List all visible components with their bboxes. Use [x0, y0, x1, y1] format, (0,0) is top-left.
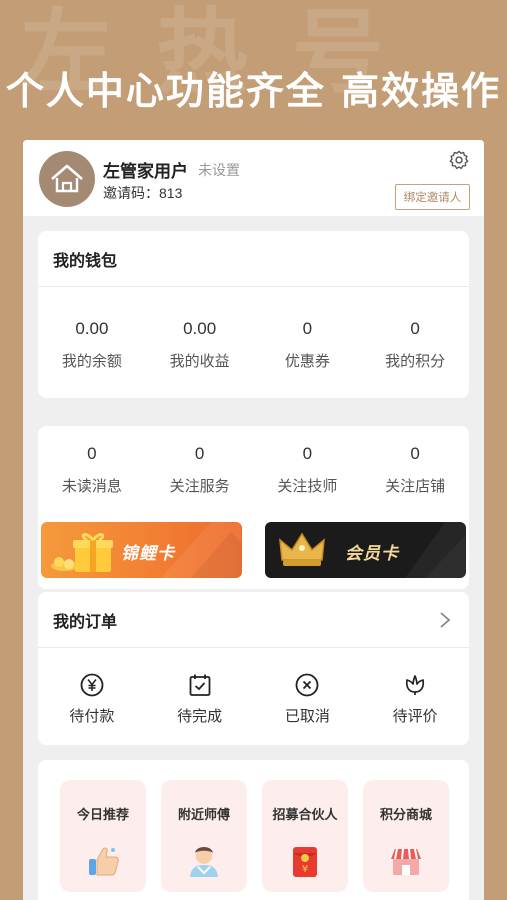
- stat-value: 0: [194, 444, 205, 463]
- thumbs-up-icon: [89, 847, 119, 876]
- svg-text:¥: ¥: [302, 864, 308, 875]
- stat-value: 0: [302, 319, 313, 338]
- service-label: 招募合伙人: [272, 807, 338, 822]
- wallet-balance[interactable]: 0.00 我的余额: [38, 319, 146, 371]
- services-card: 今日推荐 附近师傅 招募合伙人 ¥ 积分商城: [38, 760, 469, 900]
- shop-icon: [391, 848, 421, 875]
- bind-inviter-button[interactable]: 绑定邀请人: [395, 184, 470, 210]
- stat-value: 0: [302, 444, 313, 463]
- stat-label: 关注店铺: [385, 478, 446, 495]
- wallet-points[interactable]: 0 我的积分: [361, 319, 469, 371]
- service-label: 附近师傅: [177, 807, 230, 822]
- stat-label: 优惠券: [284, 353, 330, 370]
- order-status-label: 已取消: [284, 708, 330, 725]
- order-cancelled[interactable]: 已取消: [254, 672, 362, 726]
- stat-label: 未读消息: [61, 478, 122, 495]
- unset-label[interactable]: 未设置: [198, 160, 240, 180]
- wallet-title: 我的钱包: [38, 231, 469, 287]
- house-logo-icon: [51, 164, 83, 193]
- order-status-label: 待评价: [392, 708, 438, 725]
- member-card-label: 会员卡: [345, 544, 399, 563]
- order-pending-review[interactable]: 待评价: [361, 672, 469, 726]
- gear-icon[interactable]: [448, 149, 470, 171]
- service-today-recommend[interactable]: 今日推荐: [60, 780, 146, 892]
- order-pending-completion[interactable]: 待完成: [146, 672, 254, 726]
- member-card-banner[interactable]: 会员卡: [265, 522, 466, 578]
- cancel-circle-icon: [295, 673, 319, 697]
- orders-header[interactable]: 我的订单: [38, 592, 469, 648]
- wallet-stats: 0.00 我的余额 0.00 我的收益 0 优惠券 0 我的积分: [38, 319, 469, 371]
- koi-card-banner[interactable]: 锦鲤卡: [41, 522, 242, 578]
- technician-icon: [190, 847, 218, 877]
- service-nearby-technician[interactable]: 附近师傅: [161, 780, 247, 892]
- order-status-label: 待完成: [177, 708, 223, 725]
- unread-messages[interactable]: 0 未读消息: [38, 444, 146, 496]
- avatar[interactable]: [39, 151, 95, 207]
- stat-value: 0.00: [183, 319, 217, 338]
- follows-stats: 0 未读消息 0 关注服务 0 关注技师 0 关注店铺: [38, 444, 469, 496]
- followed-shops[interactable]: 0 关注店铺: [361, 444, 469, 496]
- gift-box-icon: [51, 533, 113, 572]
- yen-circle-icon: [80, 673, 104, 697]
- followed-services[interactable]: 0 关注服务: [146, 444, 254, 496]
- profile-header: 左管家用户 未设置 邀请码：813 绑定邀请人: [23, 140, 484, 216]
- followed-technicians[interactable]: 0 关注技师: [254, 444, 362, 496]
- stat-value: 0: [410, 319, 420, 338]
- wallet-earnings[interactable]: 0.00 我的收益: [146, 319, 254, 371]
- service-recruit-partner[interactable]: 招募合伙人 ¥: [262, 780, 348, 892]
- stat-label: 关注服务: [169, 478, 230, 495]
- order-status-row: 待付款 待完成 已取消 待评价: [38, 672, 469, 726]
- order-pending-payment[interactable]: 待付款: [38, 672, 146, 726]
- service-label: 积分商城: [379, 807, 432, 822]
- red-envelope-icon: ¥: [293, 847, 317, 877]
- stat-label: 我的收益: [169, 353, 230, 370]
- chevron-right-icon[interactable]: [439, 611, 451, 629]
- stat-value: 0: [410, 444, 420, 463]
- stat-value: 0: [87, 444, 97, 463]
- orders-title: 我的订单: [53, 613, 118, 631]
- crown-icon: [279, 532, 325, 566]
- koi-card-label: 锦鲤卡: [121, 544, 175, 563]
- page-headline: 个人中心功能齐全 高效操作: [5, 69, 502, 113]
- username[interactable]: 左管家用户: [103, 157, 188, 182]
- wallet-card: 我的钱包 0.00 我的余额 0.00 我的收益 0 优惠券 0 我的积分: [38, 231, 469, 398]
- order-status-label: 待付款: [69, 708, 115, 725]
- service-points-mall[interactable]: 积分商城: [363, 780, 449, 892]
- phone-screen: 左管家用户 未设置 邀请码：813 绑定邀请人 我的钱包 0.00 我的余额 0…: [23, 140, 484, 900]
- stat-value: 0.00: [75, 319, 109, 338]
- stat-label: 我的积分: [385, 353, 446, 370]
- orders-card: 我的订单 待付款 待完成 已取消 待评价: [38, 592, 469, 745]
- stat-label: 我的余额: [61, 353, 122, 370]
- wallet-coupons[interactable]: 0 优惠券: [254, 319, 362, 371]
- service-label: 今日推荐: [76, 807, 129, 822]
- invite-code: 邀请码：813: [103, 185, 183, 201]
- stat-label: 关注技师: [277, 478, 338, 495]
- calendar-check-icon: [189, 674, 211, 696]
- flower-icon: [406, 675, 425, 695]
